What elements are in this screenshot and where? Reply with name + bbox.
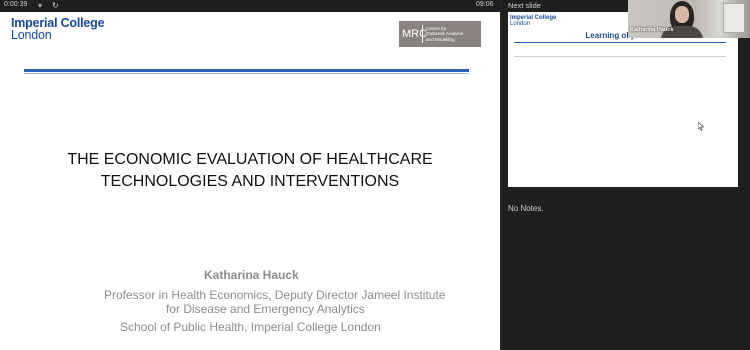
slide-title: THE ECONOMIC EVALUATION OF HEALTHCARE TE… (0, 149, 500, 193)
affiliation-line-2: for Disease and Emergency Analytics (166, 302, 365, 316)
restart-timer-icon[interactable]: ↻ (52, 0, 59, 11)
mrc-centre-name: Centre for Outbreak Analysis and Modelli… (423, 26, 463, 42)
next-slide-rule (514, 42, 726, 43)
speaker-notes[interactable]: No Notes. (508, 204, 544, 213)
imperial-logo: Imperial College London (11, 17, 105, 42)
header-rule-thin (24, 73, 469, 74)
slide-title-line-2: TECHNOLOGIES AND INTERVENTIONS (100, 173, 400, 190)
slide-title-line-1: THE ECONOMIC EVALUATION OF HEALTHCARE (67, 151, 433, 168)
presenter-toolbar: 0:00:39 ⏸ ↻ 09:06 (0, 0, 500, 12)
mrc-line-3: and Modelling (426, 36, 455, 42)
elapsed-timer: 0:00:39 (4, 1, 28, 8)
panel-divider[interactable] (500, 0, 501, 350)
mrc-logo: MRC Centre for Outbreak Analysis and Mod… (399, 21, 481, 47)
webcam-window-backdrop (723, 3, 745, 33)
affiliation-line-3: School of Public Health, Imperial Colleg… (120, 320, 381, 334)
webcam-video[interactable]: Katharina Hauck (628, 0, 750, 38)
current-slide[interactable]: Imperial College London MRC Centre for O… (0, 12, 500, 350)
mrc-line-2: Outbreak Analysis (426, 31, 464, 37)
mrc-abbrev: MRC (399, 25, 427, 43)
header-rule (24, 69, 469, 72)
presenter-name: Katharina Hauck (204, 268, 299, 282)
clock: 09:06 (476, 1, 494, 8)
next-slide-logo: Imperial College London (510, 15, 556, 27)
webcam-person-face (675, 6, 689, 23)
webcam-name-label: Katharina Hauck (630, 27, 674, 33)
logo-line-2: London (11, 28, 52, 42)
next-slide-preview[interactable]: Imperial College London Learning objecti… (508, 12, 738, 187)
next-slide-rule-light (514, 56, 726, 57)
pause-icon[interactable]: ⏸ (38, 0, 42, 11)
mouse-cursor-icon (697, 121, 705, 133)
affiliation-line-1: Professor in Health Economics, Deputy Di… (104, 288, 446, 302)
next-logo-line-2: London (510, 21, 531, 27)
next-slide-label: Next slide (508, 1, 541, 10)
